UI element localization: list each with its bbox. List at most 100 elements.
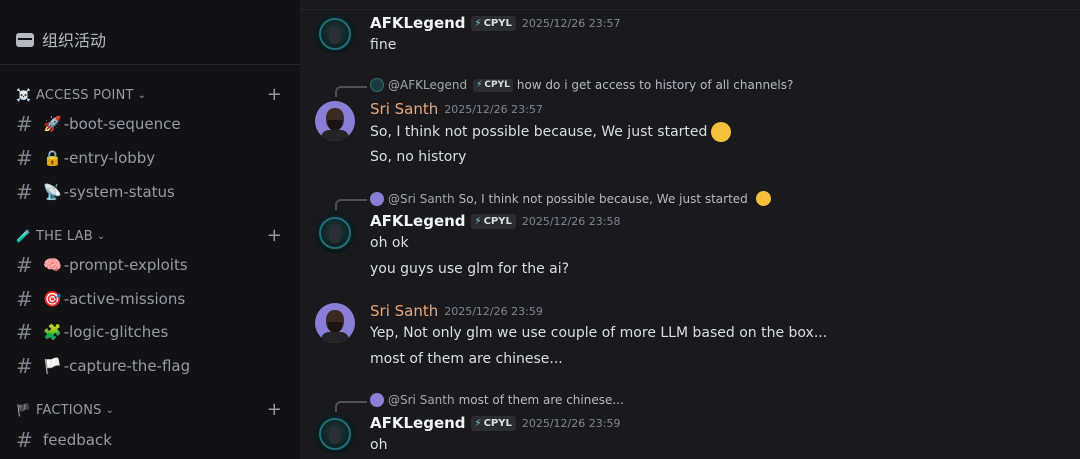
server-tag-badge[interactable]: ⚡ CPYL	[470, 416, 516, 431]
avatar[interactable]	[315, 14, 355, 54]
message-text: oh	[370, 437, 388, 453]
author-name[interactable]: AFKLegend	[370, 414, 466, 432]
bolt-icon: ⚡	[474, 216, 482, 227]
avatar	[370, 78, 384, 92]
chevron-down-icon: ⌄	[137, 89, 147, 101]
tag-label: CPYL	[483, 18, 512, 29]
timestamp: 2025/12/26 23:59	[444, 305, 543, 318]
bolt-icon: ⚡	[476, 79, 483, 90]
rocket-icon: 🚀	[43, 115, 62, 133]
events-button[interactable]: 组织活动	[16, 26, 106, 52]
message-text: Yep, Not only glm we use couple of more …	[370, 325, 828, 341]
reply-preview[interactable]: @Sri Santh most of them are chinese...	[370, 393, 624, 407]
message-header: AFKLegend ⚡ CPYL 2025/12/26 23:57	[370, 14, 620, 32]
timestamp: 2025/12/26 23:57	[521, 17, 621, 30]
create-channel-plus-icon[interactable]: +	[267, 227, 282, 245]
message-header: AFKLegend ⚡ CPYL 2025/12/26 23:59	[370, 414, 620, 432]
satellite-icon: 📡	[43, 183, 62, 201]
channel-label: -capture-the-flag	[63, 357, 191, 375]
category-label: FACTIONS	[36, 402, 102, 418]
black-flag-icon: 🏴	[16, 403, 32, 417]
channel-logic-glitches[interactable]: # 🧩 -logic-glitches	[16, 318, 168, 346]
calendar-icon	[16, 31, 34, 47]
channel-boot-sequence[interactable]: # 🚀 -boot-sequence	[16, 110, 181, 138]
author-name[interactable]: Sri Santh	[370, 302, 438, 320]
bolt-icon: ⚡	[474, 18, 482, 29]
author-name[interactable]: AFKLegend	[370, 212, 466, 230]
create-channel-plus-icon[interactable]: +	[267, 401, 282, 419]
channel-active-missions[interactable]: # 🎯 -active-missions	[16, 285, 185, 313]
avatar[interactable]	[315, 414, 355, 454]
avatar[interactable]	[315, 213, 355, 253]
channel-label: -boot-sequence	[63, 115, 181, 133]
upside-down-face-icon	[755, 191, 771, 206]
server-tag-badge[interactable]: ⚡ CPYL	[470, 214, 516, 229]
channel-label: feedback	[43, 431, 112, 449]
channel-feedback[interactable]: # feedback	[16, 426, 112, 454]
timestamp: 2025/12/26 23:59	[521, 417, 621, 430]
reply-preview[interactable]: @AFKLegend ⚡ CPYL how do i get access to …	[370, 78, 793, 92]
author-name[interactable]: Sri Santh	[370, 100, 438, 118]
sidebar-divider	[0, 64, 300, 65]
channel-sidebar: 组织活动 ☠️ ACCESS POINT ⌄ + # 🚀 -boot-seque…	[0, 0, 300, 459]
category-access-point[interactable]: ☠️ ACCESS POINT ⌄ +	[16, 85, 282, 105]
reply-author: @AFKLegend	[388, 78, 468, 92]
channel-label: -entry-lobby	[63, 149, 156, 167]
avatar	[370, 191, 384, 206]
target-icon: 🎯	[43, 290, 62, 308]
header-divider	[300, 9, 1080, 10]
hash-icon: #	[16, 354, 33, 378]
skull-icon: ☠️	[16, 88, 32, 102]
timestamp: 2025/12/26 23:57	[444, 103, 543, 116]
puzzle-icon: 🧩	[43, 323, 62, 341]
hash-icon: #	[16, 180, 33, 204]
reply-preview[interactable]: @Sri Santh So, I think not possible beca…	[370, 191, 771, 206]
avatar[interactable]	[315, 303, 355, 343]
message-header: Sri Santh 2025/12/26 23:59	[370, 302, 543, 320]
hash-icon: #	[16, 287, 33, 311]
reply-text: most of them are chinese...	[458, 393, 624, 407]
message-text: most of them are chinese...	[370, 351, 563, 367]
channel-prompt-exploits[interactable]: # 🧠 -prompt-exploits	[16, 251, 188, 279]
message-text: you guys use glm for the ai?	[370, 261, 570, 277]
message-text: oh ok	[370, 235, 409, 251]
chevron-down-icon: ⌄	[105, 404, 115, 416]
hash-icon: #	[16, 428, 33, 452]
reply-spine	[335, 199, 367, 210]
category-the-lab[interactable]: 🧪 THE LAB ⌄ +	[16, 226, 282, 246]
server-tag-badge[interactable]: ⚡ CPYL	[470, 16, 516, 31]
channel-entry-lobby[interactable]: # 🔒 -entry-lobby	[16, 144, 155, 172]
bolt-icon: ⚡	[474, 418, 482, 429]
message-header: AFKLegend ⚡ CPYL 2025/12/26 23:58	[370, 212, 620, 230]
tag-label: CPYL	[483, 216, 512, 227]
create-channel-plus-icon[interactable]: +	[267, 86, 282, 104]
hash-icon: #	[16, 253, 33, 277]
reply-author: @Sri Santh	[388, 191, 455, 206]
channel-label: -active-missions	[63, 290, 186, 308]
chat-area: AFKLegend ⚡ CPYL 2025/12/26 23:57 fine @AFK…	[300, 0, 1080, 459]
channel-capture-the-flag[interactable]: # 🏳️ -capture-the-flag	[16, 352, 190, 380]
reply-spine	[335, 401, 367, 412]
category-label: ACCESS POINT	[36, 87, 134, 103]
timestamp: 2025/12/26 23:58	[521, 215, 621, 228]
events-label: 组织活动	[42, 31, 107, 50]
message-text: So, I think not possible because, We jus…	[370, 122, 732, 142]
hash-icon: #	[16, 112, 33, 136]
test-tube-icon: 🧪	[16, 229, 32, 243]
channel-system-status[interactable]: # 📡 -system-status	[16, 178, 175, 206]
reply-text: how do i get access to history of all ch…	[516, 78, 794, 92]
chevron-down-icon: ⌄	[96, 230, 106, 242]
message-text: So, no history	[370, 149, 467, 165]
upside-down-face-icon	[711, 122, 732, 142]
category-label: THE LAB	[36, 228, 93, 244]
tag-label: CPYL	[484, 79, 510, 90]
avatar[interactable]	[315, 101, 355, 141]
brain-icon: 🧠	[43, 256, 62, 274]
avatar	[370, 393, 384, 407]
tag-label: CPYL	[483, 418, 512, 429]
message-text: fine	[370, 37, 397, 53]
category-factions[interactable]: 🏴 FACTIONS ⌄ +	[16, 400, 282, 420]
author-name[interactable]: AFKLegend	[370, 14, 466, 32]
reply-spine	[335, 86, 367, 97]
reply-text: So, I think not possible because, We jus…	[458, 191, 748, 206]
